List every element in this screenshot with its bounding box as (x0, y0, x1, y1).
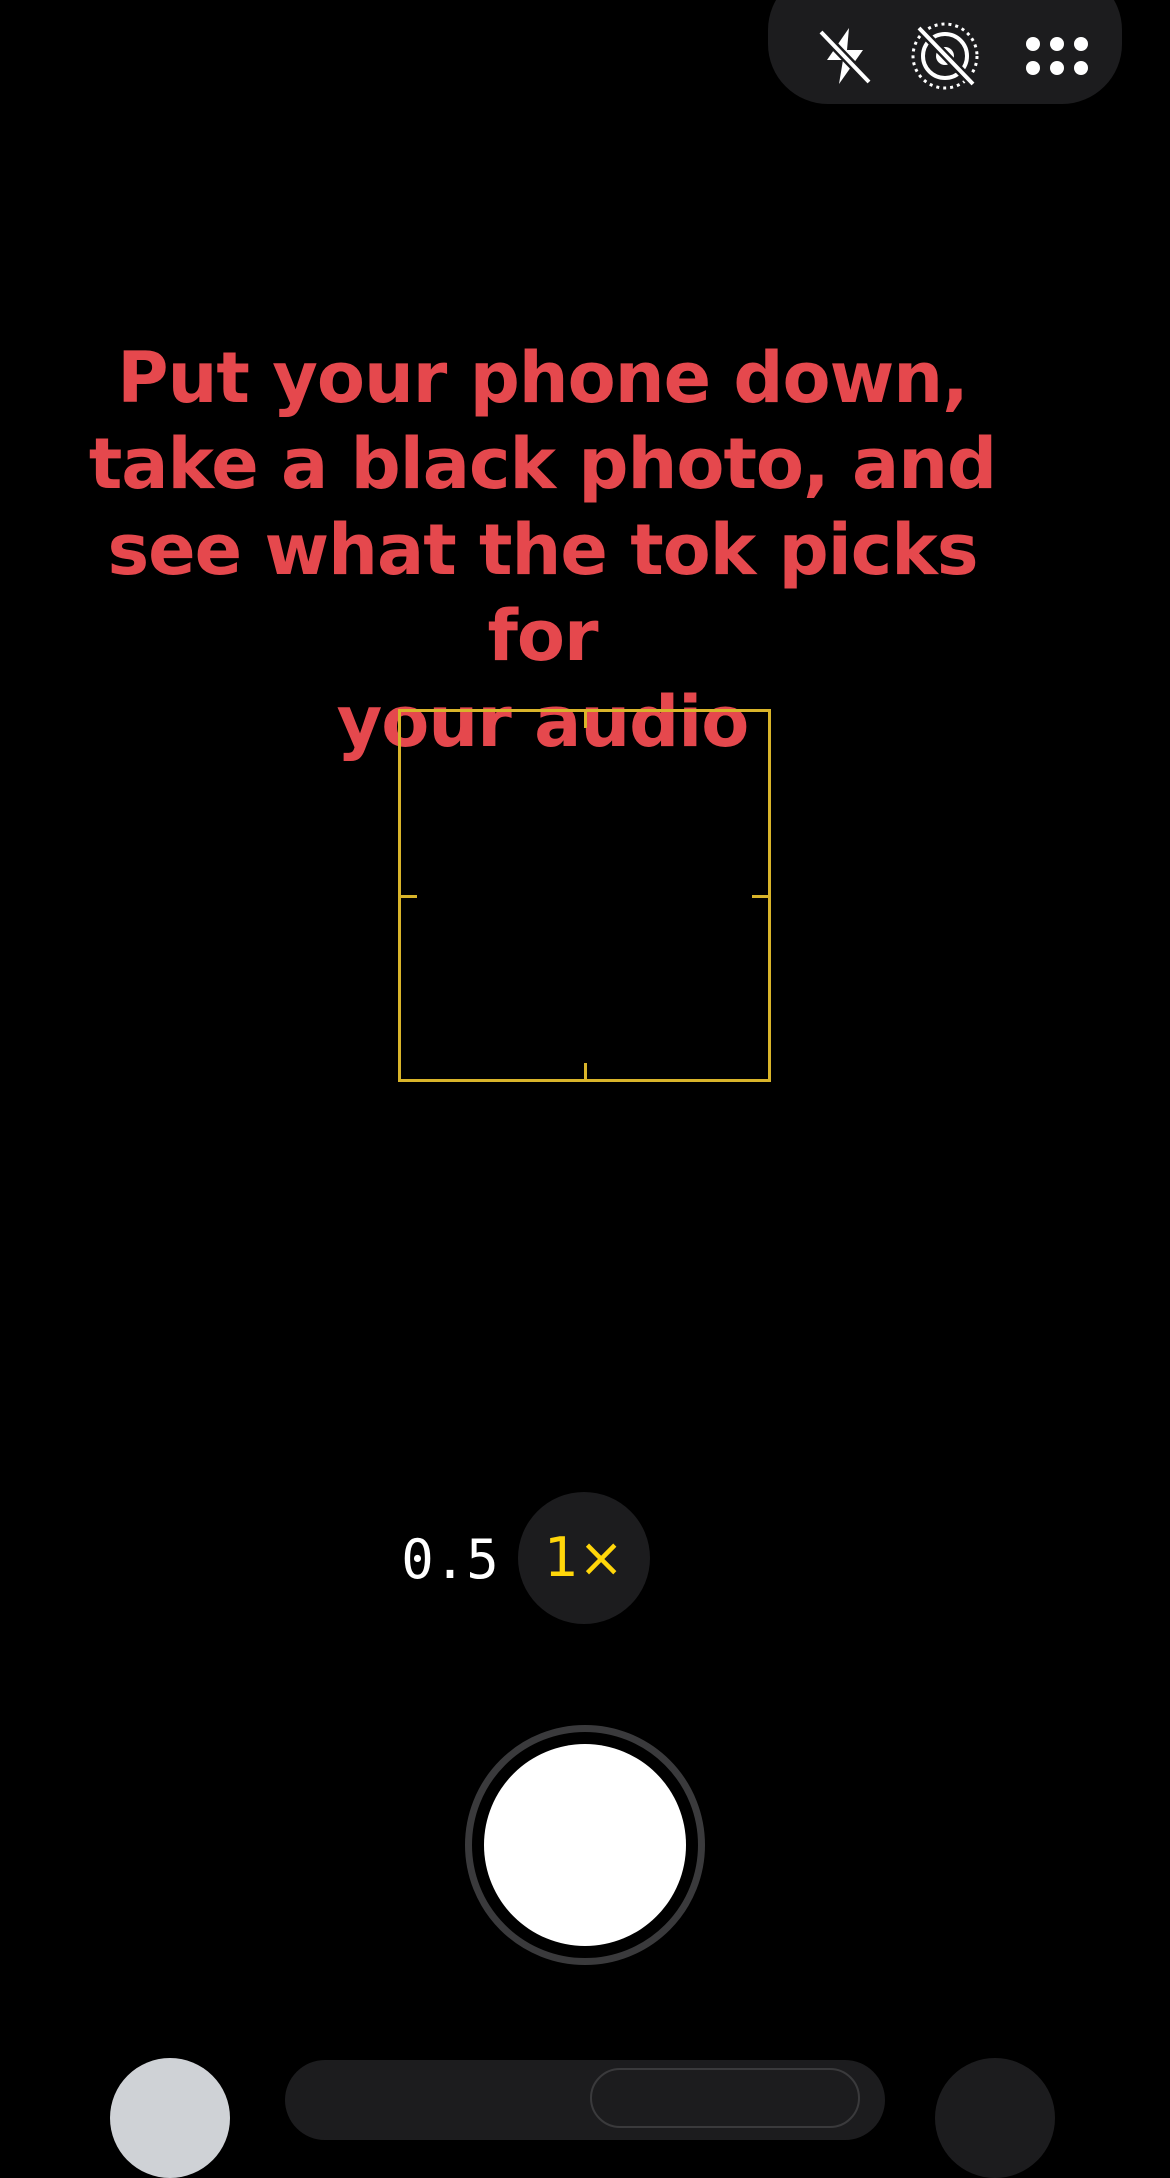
caption-line: Put your phone down, (117, 337, 968, 419)
mode-selector[interactable] (285, 2060, 885, 2140)
shutter-inner (484, 1744, 686, 1946)
more-options-icon[interactable] (1017, 16, 1097, 96)
focus-tick (584, 1063, 587, 1079)
focus-tick (584, 712, 587, 728)
shutter-button[interactable] (465, 1725, 705, 1965)
zoom-1x-button[interactable]: 1× (518, 1492, 650, 1624)
caption-line: take a black photo, and (88, 423, 997, 505)
caption-line: see what the tok picks for (107, 509, 979, 677)
focus-tick (401, 895, 417, 898)
focus-box (398, 709, 771, 1082)
mode-selector-active (590, 2068, 860, 2128)
flash-off-icon[interactable] (805, 16, 885, 96)
flip-camera-button[interactable] (935, 2058, 1055, 2178)
top-controls-bar (768, 0, 1122, 104)
photo-thumbnail[interactable] (110, 2058, 230, 2178)
focus-tick (752, 895, 768, 898)
overlay-caption: Put your phone down, take a black photo,… (60, 335, 1025, 765)
zoom-0.5-button[interactable]: 0.5 (390, 1520, 510, 1600)
live-photo-off-icon[interactable] (905, 16, 985, 96)
